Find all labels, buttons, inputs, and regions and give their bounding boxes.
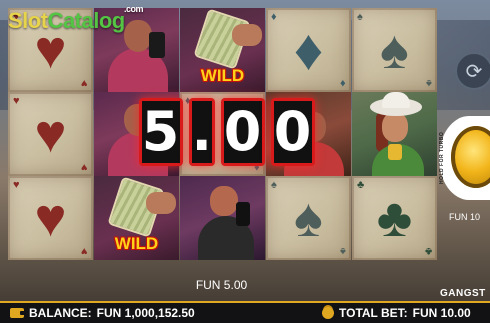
spade-skull-icon: ♠ bbox=[294, 188, 323, 248]
diamond-icon: ♦ bbox=[271, 11, 277, 23]
heart-icon: ♥ bbox=[81, 245, 88, 257]
gun-icon bbox=[236, 202, 250, 226]
symbol-spade: ♠ ♠ ♠ bbox=[266, 176, 351, 260]
balance-value: FUN 1,000,152.50 bbox=[96, 306, 195, 320]
spade-icon: ♠ bbox=[357, 11, 363, 23]
spade-icon: ♠ bbox=[340, 245, 346, 257]
balance-label: BALANCE: bbox=[29, 306, 92, 320]
heart-skull-icon: ♥ bbox=[34, 188, 67, 248]
win-digit: 0 bbox=[220, 98, 265, 166]
wild-label: WILD bbox=[200, 66, 245, 85]
symbol-wild: WILD bbox=[94, 176, 179, 260]
status-bar: BALANCE: FUN 1,000,152.50 TOTAL BET: FUN… bbox=[0, 301, 490, 323]
hand-icon bbox=[232, 24, 262, 46]
wallet-icon bbox=[10, 308, 25, 318]
diamond-skull-icon: ♦ bbox=[293, 17, 324, 83]
bet-amount-display[interactable]: FUN 10 bbox=[449, 212, 480, 222]
win-digit: 5 bbox=[138, 98, 183, 166]
symbol-heart: ♥ ♥ ♥ bbox=[8, 92, 93, 176]
spade-icon: ♠ bbox=[426, 77, 432, 89]
spade-icon: ♠ bbox=[271, 179, 277, 191]
site-logo: SlotCatalog .com bbox=[8, 4, 144, 34]
game-title: GANGST bbox=[440, 288, 486, 299]
gun-icon bbox=[149, 32, 165, 58]
symbol-heart: ♥ ♥ ♥ bbox=[8, 176, 93, 260]
diamond-icon: ♦ bbox=[340, 77, 346, 89]
total-bet-value: FUN 10.00 bbox=[412, 306, 471, 320]
symbol-diamond: ♦ ♦ ♦ bbox=[266, 8, 351, 92]
heart-icon: ♥ bbox=[81, 161, 88, 173]
logo-text-slot: Slot bbox=[8, 8, 48, 33]
figure-head bbox=[382, 112, 408, 142]
control-panel: ⟳ HOLD FOR TURBO FUN 10 bbox=[437, 40, 490, 250]
autoplay-button[interactable]: ⟳ bbox=[455, 52, 490, 90]
symbol-club: ♣ ♣ ♣ bbox=[352, 176, 437, 260]
logo-suffix: .com bbox=[124, 4, 144, 14]
figure-head bbox=[210, 186, 238, 216]
heart-icon: ♥ bbox=[13, 179, 20, 191]
heart-skull-icon: ♥ bbox=[34, 104, 67, 164]
total-bet-label: TOTAL BET: bbox=[339, 306, 408, 320]
symbol-spade: ♠ ♠ ♠ bbox=[352, 8, 437, 92]
win-text: FUN 5.00 bbox=[195, 278, 248, 292]
symbol-gangster-woman bbox=[180, 176, 265, 260]
hold-for-turbo-text: HOLD FOR TURBO bbox=[439, 131, 445, 185]
spade-skull-icon: ♠ bbox=[380, 20, 409, 80]
heart-icon: ♥ bbox=[13, 95, 20, 107]
symbol-woman-hat bbox=[352, 92, 437, 176]
hat-crown bbox=[382, 92, 410, 108]
logo-text-catalog: Catalog bbox=[47, 8, 126, 33]
total-bet-group[interactable]: TOTAL BET: FUN 10.00 bbox=[322, 306, 471, 320]
figure-head bbox=[124, 20, 152, 52]
win-amount-display: 5 . 0 0 bbox=[137, 96, 316, 168]
wild-label: WILD bbox=[114, 234, 159, 253]
coins-icon bbox=[322, 307, 334, 319]
symbol-wild: WILD bbox=[180, 8, 265, 92]
club-skull-icon: ♣ bbox=[376, 188, 413, 248]
hand-icon bbox=[146, 192, 176, 214]
win-digit: 0 bbox=[270, 98, 315, 166]
club-icon: ♣ bbox=[424, 245, 432, 257]
refresh-icon: ⟳ bbox=[465, 60, 483, 83]
club-icon: ♣ bbox=[357, 179, 365, 191]
drink-icon bbox=[388, 144, 402, 160]
win-decimal-point: . bbox=[188, 98, 215, 166]
heart-icon: ♥ bbox=[81, 77, 88, 89]
balance-group: BALANCE: FUN 1,000,152.50 bbox=[10, 306, 195, 320]
